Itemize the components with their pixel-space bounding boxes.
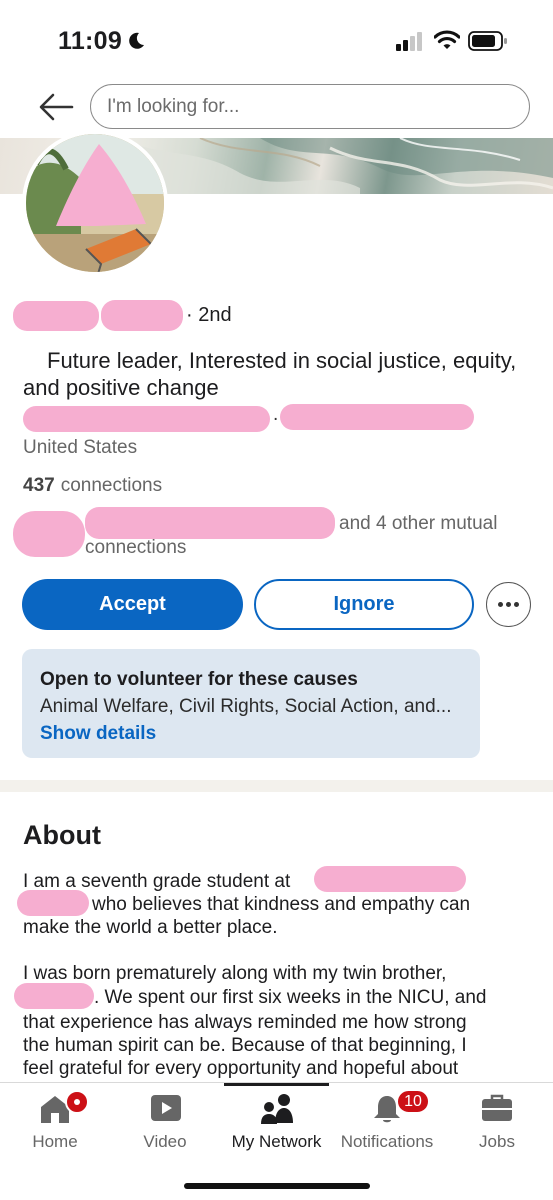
notifications-badge: 10 xyxy=(396,1089,430,1114)
connections-count[interactable]: 437 connections xyxy=(23,475,162,497)
network-icon xyxy=(261,1094,293,1124)
profile-avatar[interactable] xyxy=(22,130,168,276)
volunteer-causes: Animal Welfare, Civil Rights, Social Act… xyxy=(40,696,452,717)
ellipsis-dot xyxy=(514,602,519,607)
search-placeholder: I'm looking for... xyxy=(107,96,240,117)
about-line: . We spent our first six weeks in the NI… xyxy=(94,987,487,1008)
redacted-company xyxy=(280,404,474,430)
redacted-first-name xyxy=(13,301,99,331)
more-options-button[interactable] xyxy=(486,582,531,627)
mutual-connections-text-cont[interactable]: connections xyxy=(85,537,186,559)
redacted-brother-name xyxy=(14,983,94,1009)
moon-icon xyxy=(129,32,144,49)
volunteer-causes-card: Open to volunteer for these causes Anima… xyxy=(22,649,480,758)
accept-button[interactable]: Accept xyxy=(22,579,243,630)
ignore-button[interactable]: Ignore xyxy=(254,579,474,630)
redacted-mutual-names xyxy=(85,507,335,539)
video-icon xyxy=(151,1095,181,1121)
profile-location: United States xyxy=(23,437,138,458)
connection-degree: · 2nd xyxy=(186,304,232,326)
connections-number: 437 xyxy=(23,475,55,496)
ellipsis-icon xyxy=(498,602,503,607)
redacted-last-name xyxy=(101,300,183,331)
tab-video[interactable]: Video xyxy=(120,1083,210,1163)
redacted-education xyxy=(23,406,270,432)
about-line: feel grateful for every opportunity and … xyxy=(23,1058,459,1079)
home-indicator xyxy=(184,1183,370,1189)
section-divider xyxy=(0,780,553,792)
tab-jobs[interactable]: Jobs xyxy=(450,1083,544,1163)
search-input[interactable]: I'm looking for... xyxy=(90,84,530,129)
redacted-school-name-cont xyxy=(17,890,89,916)
mutual-connections-text[interactable]: and 4 other mutual xyxy=(339,513,497,535)
about-line: that experience has always reminded me h… xyxy=(23,1012,467,1033)
about-line: make the world a better place. xyxy=(23,917,278,938)
tab-video-label: Video xyxy=(143,1132,187,1151)
tab-home-label: Home xyxy=(32,1132,78,1151)
about-heading: About xyxy=(23,820,101,850)
status-time: 11:09 xyxy=(58,27,123,55)
tab-jobs-label: Jobs xyxy=(479,1132,515,1151)
about-line: who believes that kindness and empathy c… xyxy=(92,894,471,915)
wifi-icon xyxy=(434,30,460,49)
battery-icon xyxy=(468,31,507,51)
profile-headline: Future leader, Interested in social just… xyxy=(23,348,517,400)
cellular-signal-icon xyxy=(396,32,422,51)
location-separator: . xyxy=(273,404,279,425)
tab-notifications-label: Notifications xyxy=(340,1132,434,1151)
redacted-mutual-avatars xyxy=(13,511,85,557)
home-notification-dot xyxy=(65,1090,89,1114)
about-line: the human spirit can be. Because of that… xyxy=(23,1035,467,1056)
about-line: I was born prematurely along with my twi… xyxy=(23,963,447,984)
tab-my-network[interactable]: My Network xyxy=(224,1083,329,1163)
ellipsis-dot xyxy=(506,602,511,607)
status-bar: 11:09 xyxy=(0,0,553,80)
tab-my-network-label: My Network xyxy=(231,1132,322,1151)
connections-label: connections xyxy=(60,475,163,496)
redacted-school-name xyxy=(314,866,466,892)
briefcase-icon xyxy=(482,1094,512,1121)
show-details-link[interactable]: Show details xyxy=(40,723,156,745)
back-arrow-icon[interactable] xyxy=(38,92,74,122)
volunteer-title: Open to volunteer for these causes xyxy=(40,669,358,690)
